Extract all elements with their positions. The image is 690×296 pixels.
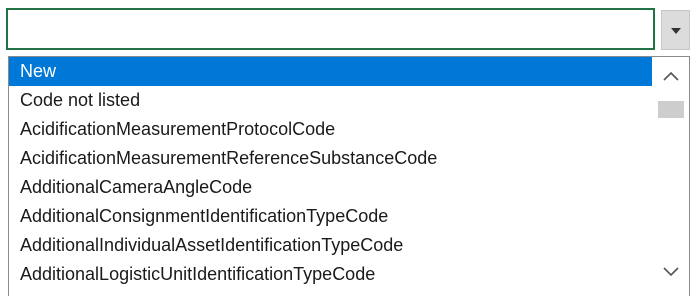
list-item[interactable]: AcidificationMeasurementProtocolCode [9,115,652,144]
list-item-code-not-listed[interactable]: Code not listed [9,86,652,115]
chevron-down-icon [663,267,679,277]
scroll-down-button[interactable] [652,253,689,291]
scroll-up-button[interactable] [652,57,689,95]
list-item[interactable]: AdditionalCameraAngleCode [9,173,652,202]
cell-edit-box[interactable] [6,8,655,50]
list-item[interactable]: AcidificationMeasurementReferenceSubstan… [9,144,652,173]
dropdown-list: New Code not listed AcidificationMeasure… [8,56,690,296]
list-item[interactable]: AdditionalConsignmentIdentificationTypeC… [9,202,652,231]
list-item[interactable]: AdditionalIndividualAssetIdentificationT… [9,231,652,260]
data-validation-dropdown: New Code not listed AcidificationMeasure… [0,0,690,296]
dropdown-list-items: New Code not listed AcidificationMeasure… [9,57,652,296]
list-item[interactable]: AdditionalLogisticUnitIdentificationType… [9,260,652,289]
scroll-thumb[interactable] [658,101,684,118]
dropdown-toggle-button[interactable] [661,10,690,50]
vertical-scrollbar[interactable] [652,57,689,296]
dropdown-arrow-icon [670,28,681,34]
list-item-new[interactable]: New [9,57,652,86]
chevron-up-icon [663,71,679,81]
